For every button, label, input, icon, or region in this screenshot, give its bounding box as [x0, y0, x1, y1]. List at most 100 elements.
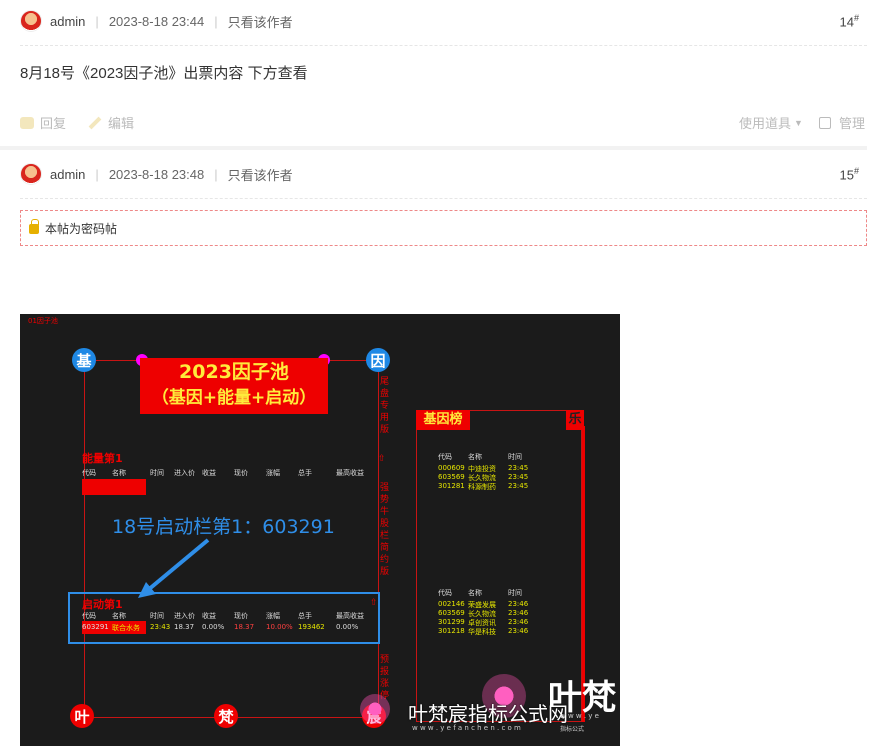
circle-badge: 因	[366, 348, 390, 372]
gene-cell: 华是科技	[468, 628, 496, 636]
table-header-cell: 现价	[234, 469, 248, 477]
frame-line	[84, 360, 85, 718]
only-author-link[interactable]: 只看该作者	[228, 12, 293, 31]
use-tools-dropdown[interactable]: 使用道具 ▼	[739, 113, 803, 132]
floor-number[interactable]: 15#	[840, 166, 859, 182]
separator: |	[95, 13, 99, 29]
gene-cell: 23:46	[508, 600, 529, 608]
only-author-link[interactable]: 只看该作者	[228, 165, 293, 184]
table-header-cell: 总手	[298, 612, 312, 620]
reply-icon	[20, 116, 34, 129]
energy-title: 能量第1	[82, 452, 123, 465]
title-line: （基因+能量+启动）	[151, 388, 317, 408]
gene-cell: 301281	[438, 482, 465, 490]
author-link[interactable]: admin	[50, 167, 85, 182]
edit-button[interactable]: 编辑	[88, 113, 134, 132]
circle-badge: 基	[72, 348, 96, 372]
post-datetime: 2023-8-18 23:48	[108, 166, 205, 182]
gene-cell: 000609	[438, 464, 465, 472]
table-cell: 18.37	[234, 623, 255, 631]
table-cell: 0.00%	[202, 623, 225, 631]
table-header-cell: 涨幅	[266, 612, 280, 620]
gene-header-cell: 名称	[468, 453, 482, 461]
gene-header-cell: 时间	[508, 453, 522, 461]
watermark-text: 叶梵宸指标公式网	[408, 702, 568, 726]
gene-cell: 23:45	[508, 473, 529, 481]
table-cell: 23:43	[150, 623, 171, 631]
gene-cell: 23:45	[508, 464, 529, 472]
gene-cell: 科源制药	[468, 483, 496, 491]
table-header-cell: 进入价	[174, 469, 195, 477]
table-header-cell: 时间	[150, 612, 164, 620]
circle-badge: 叶	[70, 704, 94, 728]
gene-cell: 23:46	[508, 609, 529, 617]
separator: |	[95, 166, 99, 182]
gene-header-cell: 代码	[438, 453, 452, 461]
gene-cell: 23:46	[508, 627, 529, 635]
gene-cell: 23:46	[508, 618, 529, 626]
table-cell: 联合水务	[112, 624, 140, 632]
separator: |	[214, 13, 218, 29]
annotation-text: 18号启动栏第1：603291	[112, 516, 335, 538]
arrow-up-icon: ⇧	[370, 598, 378, 608]
table-header-cell: 名称	[112, 612, 126, 620]
gene-cell: 23:45	[508, 482, 529, 490]
table-header-cell: 代码	[82, 612, 96, 620]
corner-label: 01因子池	[28, 317, 58, 325]
gene-header-cell: 名称	[468, 589, 482, 597]
side-label: 简约版	[380, 543, 390, 577]
table-header-cell: 进入价	[174, 612, 195, 620]
watermark-url: w w w . y e f a n c h e n . c o m	[412, 724, 521, 732]
lotus-logo	[360, 694, 390, 724]
avatar[interactable]	[20, 163, 42, 185]
locked-notice: 本帖为密码帖	[20, 210, 867, 246]
title-line: 2023因子池	[179, 361, 289, 383]
manage-checkbox[interactable]: 管理	[819, 113, 865, 132]
gene-title: 基因榜	[416, 410, 470, 430]
gene-cell: 603569	[438, 609, 465, 617]
header-divider	[20, 198, 867, 199]
table-header-cell: 收益	[202, 469, 216, 477]
side-label: 强势牛股栏	[380, 483, 390, 541]
chevron-down-icon: ▼	[794, 117, 803, 128]
launch-title: 启动第1	[82, 598, 123, 611]
gene-cell: 002146	[438, 600, 465, 608]
reply-button[interactable]: 回复	[20, 113, 66, 132]
post-header: admin | 2023-8-18 23:44 | 只看该作者 14#	[20, 8, 867, 34]
avatar[interactable]	[20, 10, 42, 32]
table-header-cell: 总手	[298, 469, 312, 477]
post-actions: 回复 编辑 使用道具 ▼ 管理	[20, 113, 867, 131]
energy-row-highlight	[82, 479, 146, 495]
author-link[interactable]: admin	[50, 14, 85, 29]
circle-badge: 梵	[214, 704, 238, 728]
table-cell: 0.00%	[336, 623, 359, 631]
title-box: 2023因子池 （基因+能量+启动）	[140, 358, 328, 414]
frame-line	[378, 360, 379, 718]
watermark-small: w w w . y e	[560, 712, 599, 720]
arrow-up-icon: ⇧	[378, 454, 386, 464]
table-header-cell: 现价	[234, 612, 248, 620]
table-cell: 18.37	[174, 623, 195, 631]
floor-number[interactable]: 14#	[840, 13, 859, 29]
lock-icon	[29, 219, 39, 234]
table-header-cell: 时间	[150, 469, 164, 477]
gene-header-cell: 代码	[438, 589, 452, 597]
table-header-cell: 名称	[112, 469, 126, 477]
post-image[interactable]: 01因子池 基 因 叶 梵 宸 2023因子池 （基因+能量+启动） 尾盘专用版…	[20, 314, 620, 746]
table-cell: 603291	[82, 623, 109, 631]
table-header-cell: 代码	[82, 469, 96, 477]
edit-icon	[88, 116, 102, 129]
watermark-tag: 指标公式	[560, 726, 585, 733]
annotation-arrow	[138, 538, 210, 598]
post-content: 8月18号《2023因子池》出票内容 下方查看	[20, 65, 308, 82]
gene-cell: 301218	[438, 627, 465, 635]
gene-header-cell: 时间	[508, 589, 522, 597]
side-label: 尾盘专用版	[380, 377, 390, 435]
table-header-cell: 涨幅	[266, 469, 280, 477]
table-header-cell: 收益	[202, 612, 216, 620]
checkbox[interactable]	[819, 116, 831, 129]
post-datetime: 2023-8-18 23:44	[108, 13, 205, 29]
table-cell: 10.00%	[266, 623, 293, 631]
table-header-cell: 最高收益	[336, 612, 364, 620]
post-divider	[0, 146, 867, 150]
